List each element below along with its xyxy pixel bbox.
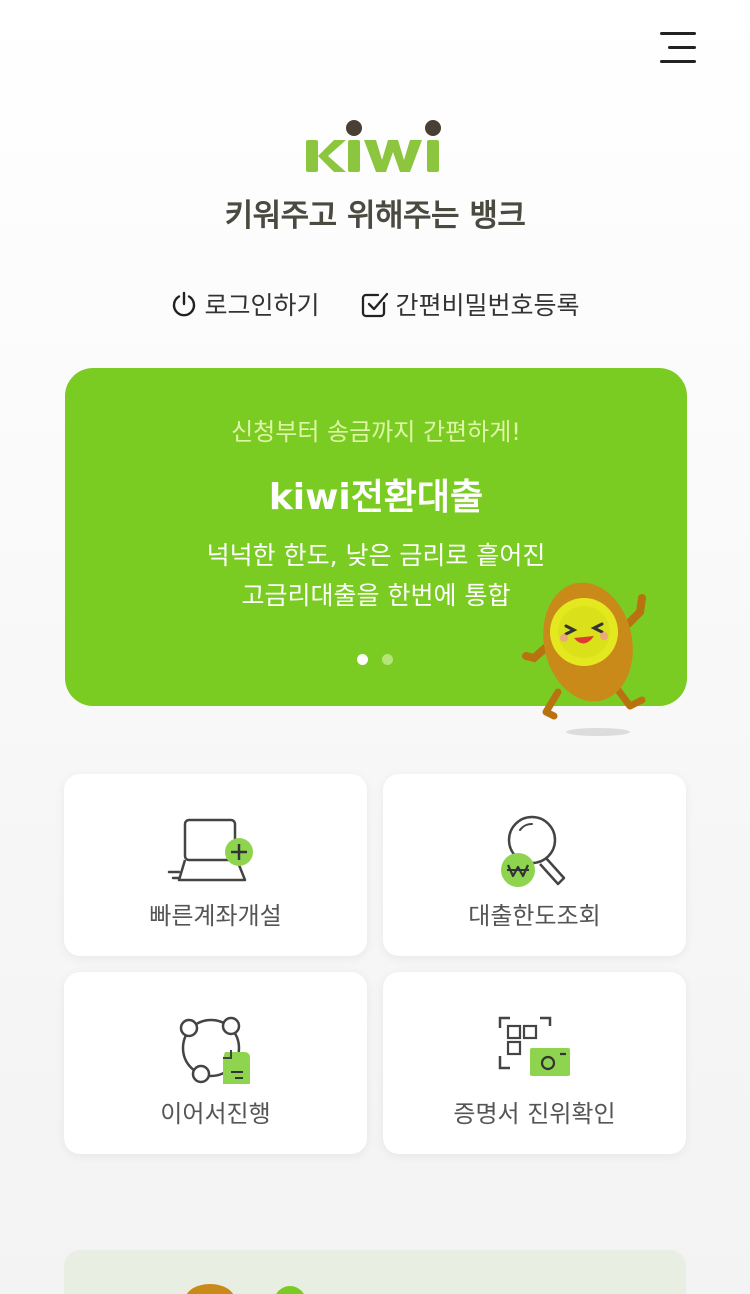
kiwi-logo [0, 118, 750, 182]
bottom-banner-art [187, 1284, 304, 1294]
slogan: 키워주고 위해주는 뱅크 [224, 198, 526, 234]
banner-title: kiwi전환대출 [268, 477, 484, 518]
banner-desc-line-1: 넉넉한 한도, 낮은 금리로 흩어진 [206, 541, 546, 570]
menu-line-1 [660, 32, 696, 35]
checkbox-icon [361, 292, 388, 318]
resume-document-icon [179, 1016, 250, 1084]
certificate-verify-label: 증명서 진위확인 [453, 1100, 616, 1128]
pin-register-label: 간편비밀번호등록 [395, 291, 580, 320]
login-label: 로그인하기 [204, 291, 320, 320]
quick-account-open-card[interactable]: 빠른계좌개설 [64, 774, 367, 956]
bottom-promo-banner[interactable] [64, 1250, 686, 1294]
laptop-plus-icon [167, 818, 253, 882]
pagination-dot-1[interactable] [357, 654, 368, 665]
loan-limit-check-label: 대출한도조회 [468, 902, 601, 930]
certificate-verify-card[interactable]: 증명서 진위확인 [383, 972, 686, 1154]
banner-pagination [357, 654, 393, 665]
auth-links: 로그인하기 간편비밀번호등록 [0, 286, 750, 322]
menu-line-3 [660, 60, 696, 63]
qr-camera-icon [498, 1016, 570, 1076]
menu-button[interactable] [658, 30, 698, 66]
loan-limit-check-card[interactable]: 대출한도조회 [383, 774, 686, 956]
quick-account-open-label: 빠른계좌개설 [149, 902, 282, 930]
continue-application-label: 이어서진행 [160, 1100, 271, 1128]
menu-line-2 [668, 46, 696, 49]
continue-application-card[interactable]: 이어서진행 [64, 972, 367, 1154]
kiwi-mascot-illustration [522, 582, 646, 736]
kiwi-logo-icon [306, 120, 441, 172]
magnifier-won-icon [501, 815, 566, 887]
pagination-dot-2[interactable] [382, 654, 393, 665]
banner-eyebrow: 신청부터 송금까지 간편하게! [231, 418, 521, 446]
power-icon [173, 291, 196, 317]
pin-register-link[interactable]: 간편비밀번호등록 [360, 286, 580, 322]
login-link[interactable]: 로그인하기 [170, 286, 320, 322]
